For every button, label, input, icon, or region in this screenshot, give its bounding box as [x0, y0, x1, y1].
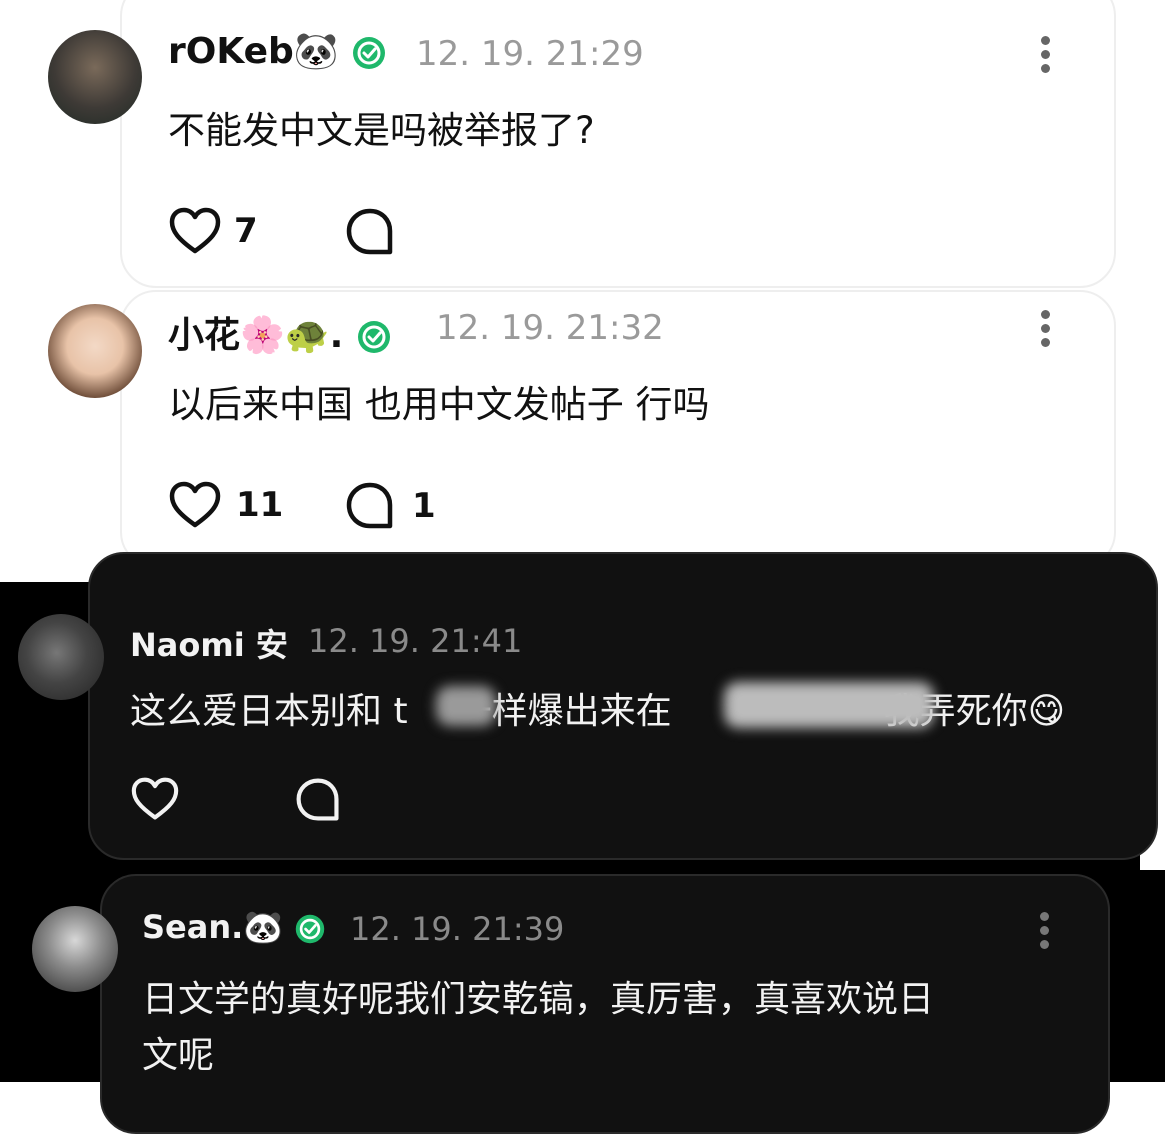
redaction-blur	[436, 686, 496, 726]
timestamp: 12. 19. 21:41	[308, 622, 523, 660]
like-button[interactable]	[130, 776, 180, 822]
reply-button[interactable]	[294, 776, 342, 824]
heart-outline-icon	[169, 207, 221, 254]
avatar[interactable]	[32, 906, 118, 992]
avatar[interactable]	[48, 304, 142, 398]
username[interactable]: Sean.🐼	[142, 908, 326, 946]
more-vertical-icon[interactable]	[1040, 912, 1050, 954]
username-emoji: 🐼	[243, 908, 284, 946]
reply-button[interactable]: 1	[344, 480, 436, 532]
dark-comment-section: Naomi 安 12. 19. 21:41 这么爱日本别和 t 一样爆出来在 我弄死…	[0, 552, 1158, 870]
verified-check-icon	[353, 37, 386, 69]
speech-bubble-icon	[346, 482, 393, 529]
comment-text-line: 日文学的真好呢我们安乾镐，真厉害，真喜欢说日	[142, 979, 935, 1020]
reply-button[interactable]	[344, 206, 396, 258]
username-emoji: 🐼	[293, 31, 339, 72]
dark-comment-section: Sean.🐼 12. 19. 21:39 日文学的真好呢我们安乾镐，真厉害，真喜…	[0, 870, 1165, 1134]
username-text[interactable]: Sean.	[142, 908, 243, 946]
username-text[interactable]: 小花	[168, 315, 240, 356]
speech-bubble-icon	[296, 778, 339, 821]
username[interactable]: 小花🌸🐢.	[168, 306, 392, 358]
timestamp: 12. 19. 21:29	[416, 34, 644, 74]
username[interactable]: rOKeb🐼	[168, 30, 387, 72]
comment-text-part: 这么爱日本别和 t	[130, 691, 408, 732]
avatar[interactable]	[18, 614, 104, 700]
comment-text-line: 文呢	[142, 1035, 215, 1076]
reply-count: 1	[412, 486, 436, 526]
like-button[interactable]: 11	[168, 480, 283, 530]
speech-bubble-icon	[346, 208, 393, 255]
verified-check-icon	[357, 321, 390, 353]
emoji: 😋	[1027, 691, 1066, 732]
username-text[interactable]: rOKeb	[168, 31, 294, 72]
comment-text: 以后来中国 也用中文发帖子 行吗	[168, 383, 710, 426]
like-count: 7	[234, 211, 258, 251]
username[interactable]: Naomi 安	[130, 620, 288, 666]
like-count: 11	[236, 485, 284, 525]
light-comment-section: rOKeb🐼 12. 19. 21:29 不能发中文是吗被举报了? 7 小花🌸🐢…	[0, 0, 1165, 580]
heart-outline-icon	[169, 481, 221, 528]
heart-outline-icon	[131, 777, 179, 820]
timestamp: 12. 19. 21:32	[436, 308, 664, 348]
verified-check-icon	[296, 914, 325, 944]
more-vertical-icon[interactable]	[1041, 310, 1051, 352]
timestamp: 12. 19. 21:39	[350, 910, 565, 948]
redaction-blur	[724, 682, 934, 728]
comment-text: 不能发中文是吗被举报了?	[168, 109, 595, 152]
like-button[interactable]: 7	[168, 206, 258, 256]
avatar[interactable]	[48, 30, 142, 124]
more-vertical-icon[interactable]	[1041, 36, 1051, 78]
username-emoji: 🌸🐢.	[240, 315, 344, 356]
